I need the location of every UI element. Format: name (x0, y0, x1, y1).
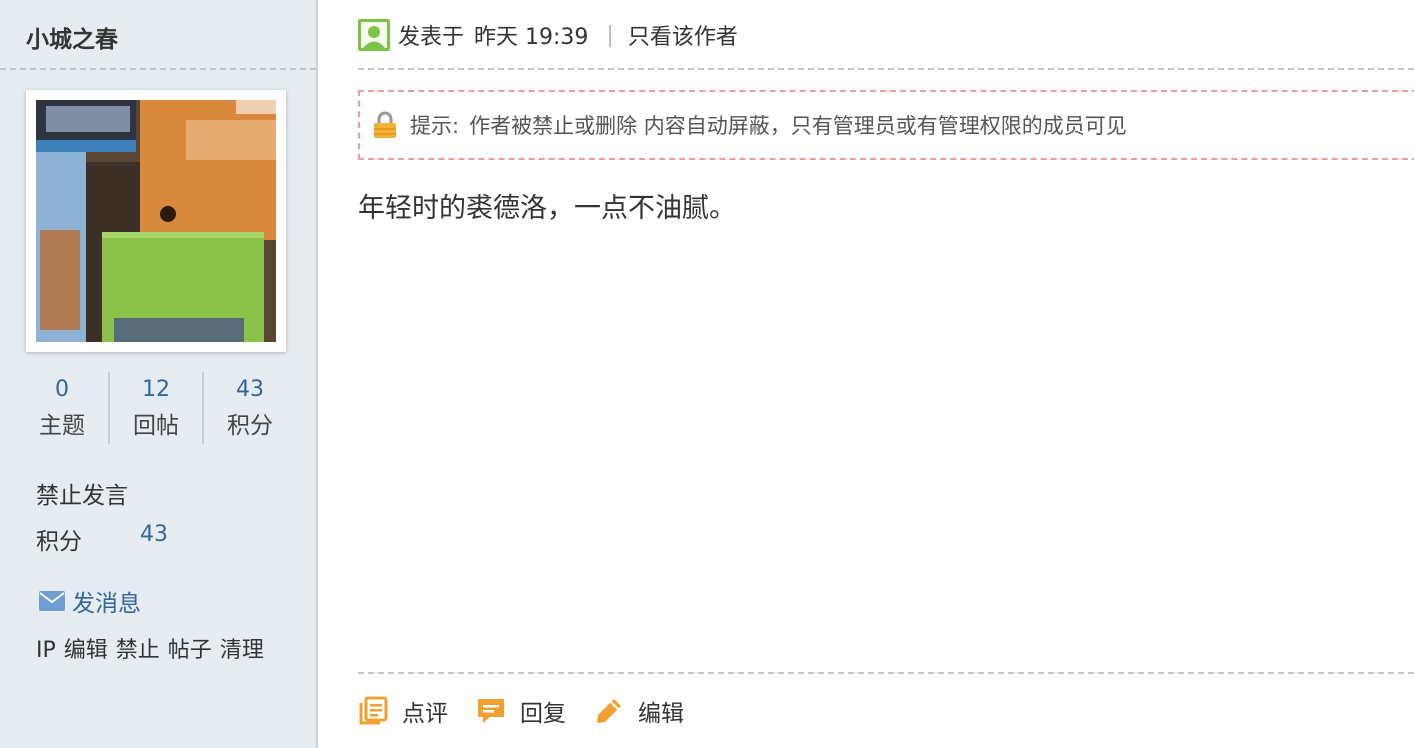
stat-points-label: 积分 (227, 413, 273, 439)
stat-replies-value: 12 (142, 377, 170, 402)
user-online-icon (358, 19, 390, 51)
header-divider (358, 68, 1414, 70)
points-value: 43 (140, 522, 168, 547)
stat-threads[interactable]: 0 主题 (16, 372, 110, 444)
stat-threads-label: 主题 (39, 413, 85, 439)
stat-points[interactable]: 43 积分 (204, 372, 296, 444)
reply-button[interactable]: 回复 (476, 694, 566, 728)
admin-links: IP 编辑 禁止 帖子 清理 (36, 632, 272, 664)
comment-icon (359, 696, 388, 725)
admin-link-posts[interactable]: 帖子 (168, 638, 212, 663)
send-message-label: 发消息 (72, 591, 141, 617)
author-sidebar: 小城之春 0 主题 12 回帖 43 积分 禁止发言 积分 43 发消息 IP … (0, 0, 318, 748)
post-actions: 点评 回复 编辑 (358, 692, 712, 730)
edit-label: 编辑 (638, 701, 684, 727)
posted-time: 昨天 19:39 (474, 25, 589, 50)
sidebar-divider (0, 68, 316, 70)
footer-divider (358, 672, 1414, 674)
post-header: 发表于 昨天 19:39 | 只看该作者 (358, 18, 738, 52)
stat-replies[interactable]: 12 回帖 (110, 372, 204, 444)
author-stats: 0 主题 12 回帖 43 积分 (16, 372, 296, 444)
points-row: 积分 43 (36, 522, 168, 556)
admin-link-ip[interactable]: IP (36, 638, 56, 663)
notice-text: 作者被禁止或删除 内容自动屏蔽，只有管理员或有管理权限的成员可见 (469, 114, 1127, 138)
header-pipe-divider: | (606, 22, 614, 48)
stat-threads-value: 0 (55, 377, 69, 402)
reply-icon (478, 699, 504, 723)
stat-replies-label: 回帖 (133, 413, 179, 439)
send-message-link[interactable]: 发消息 (38, 584, 141, 618)
edit-icon (597, 699, 621, 723)
comment-label: 点评 (402, 701, 448, 727)
reply-label: 回复 (520, 701, 566, 727)
only-author-link[interactable]: 只看该作者 (628, 19, 738, 51)
avatar-image (36, 100, 276, 342)
lock-icon (374, 111, 396, 138)
edit-button[interactable]: 编辑 (594, 694, 684, 728)
stat-points-value: 43 (236, 377, 264, 402)
comment-button[interactable]: 点评 (358, 694, 448, 728)
notice-prefix: 提示: (410, 114, 460, 138)
admin-link-clean[interactable]: 清理 (220, 638, 264, 663)
post-body: 年轻时的裘德洛，一点不油腻。 (358, 193, 736, 224)
author-status: 禁止发言 (36, 483, 128, 509)
posted-label: 发表于 (398, 25, 465, 50)
author-username[interactable]: 小城之春 (26, 20, 118, 54)
avatar[interactable] (36, 100, 276, 342)
blocked-notice: 提示: 作者被禁止或删除 内容自动屏蔽，只有管理员或有管理权限的成员可见 (358, 90, 1414, 160)
admin-link-ban[interactable]: 禁止 (116, 638, 160, 663)
admin-link-edit[interactable]: 编辑 (64, 638, 108, 663)
avatar-frame (26, 90, 286, 352)
mail-icon (39, 591, 65, 611)
points-label: 积分 (36, 529, 82, 555)
